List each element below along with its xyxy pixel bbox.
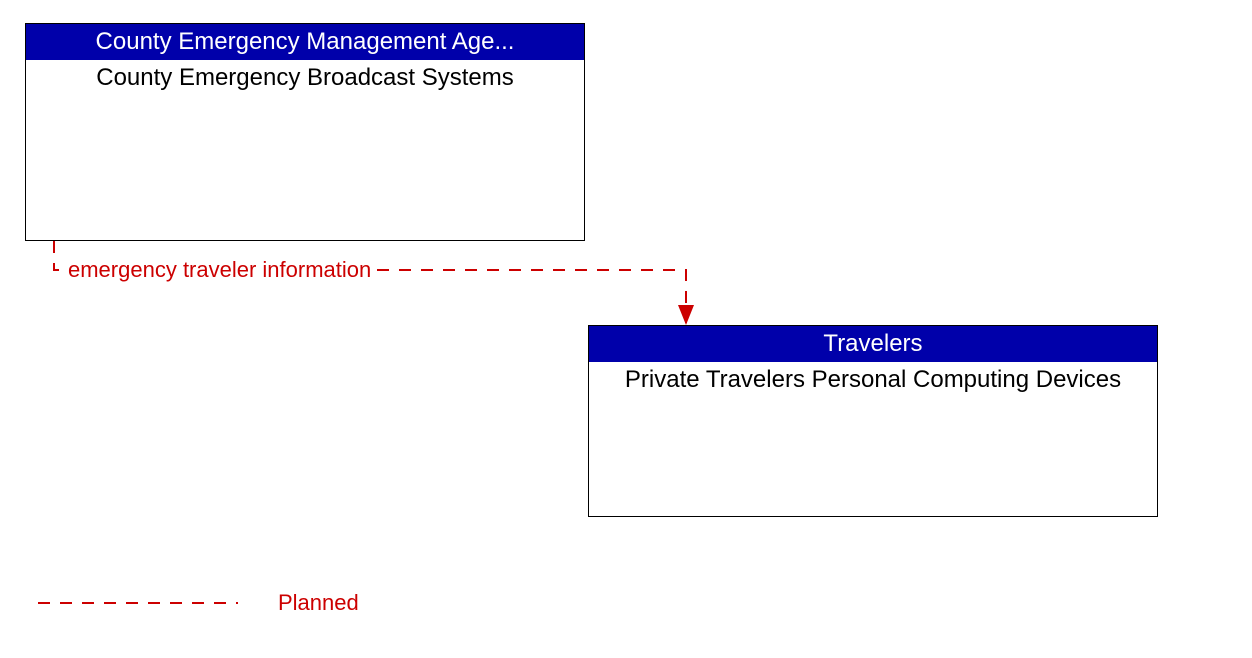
entity-box-travelers: Travelers Private Travelers Personal Com… <box>588 325 1158 517</box>
entity-body: County Emergency Broadcast Systems <box>26 60 584 96</box>
entity-body: Private Travelers Personal Computing Dev… <box>589 362 1157 398</box>
entity-header: County Emergency Management Age... <box>26 24 584 60</box>
flow-label-emergency-traveler-information: emergency traveler information <box>66 257 373 283</box>
entity-header: Travelers <box>589 326 1157 362</box>
entity-box-county-emergency: County Emergency Management Age... Count… <box>25 23 585 241</box>
legend-label-planned: Planned <box>278 590 359 616</box>
